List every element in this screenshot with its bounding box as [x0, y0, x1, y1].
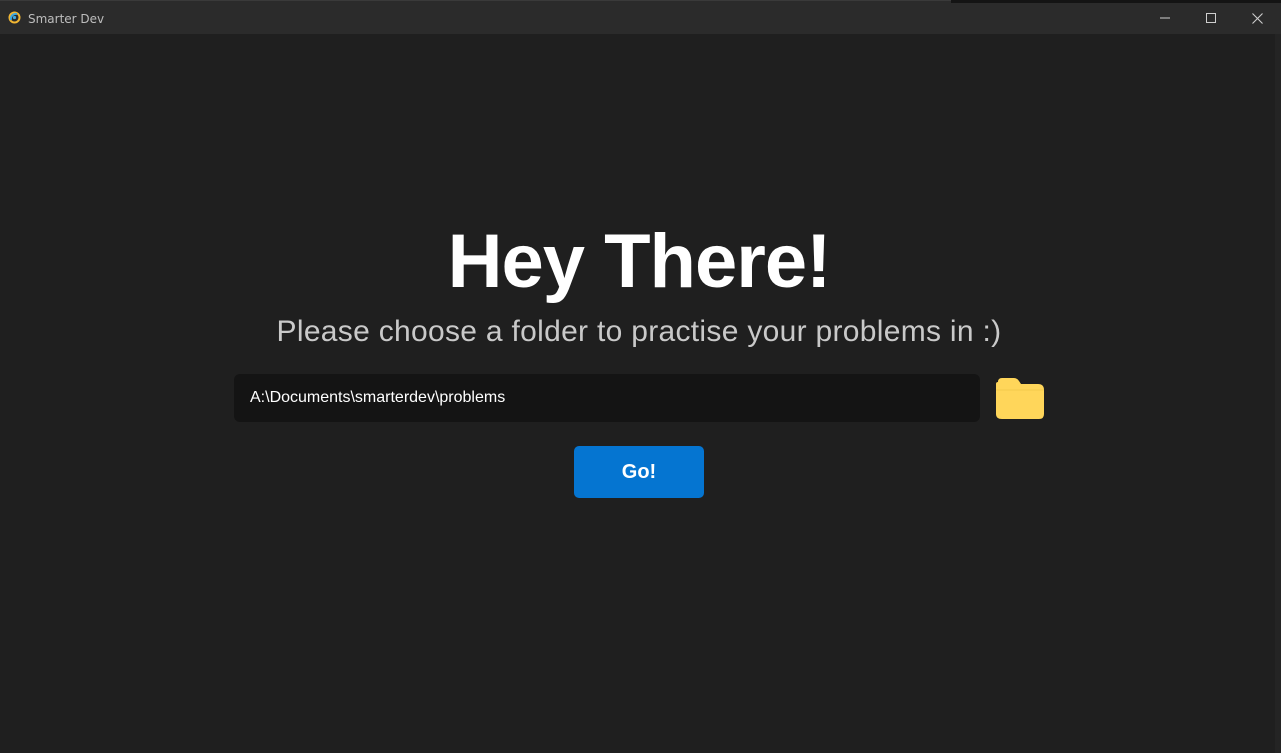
window-title: Smarter Dev	[28, 12, 105, 26]
page-title: Hey There!	[447, 219, 832, 304]
main-content: Hey There! Please choose a folder to pra…	[0, 34, 1281, 753]
minimize-button[interactable]	[1142, 1, 1188, 35]
minimize-icon	[1160, 17, 1170, 19]
page-subtitle: Please choose a folder to practise your …	[276, 315, 1002, 348]
title-bar[interactable]: Smarter Dev	[0, 0, 1281, 34]
background-window-strip	[951, 0, 1281, 3]
go-button[interactable]: Go!	[574, 446, 704, 498]
folder-icon	[996, 378, 1044, 419]
maximize-button[interactable]	[1188, 1, 1234, 35]
folder-path-input[interactable]	[234, 374, 980, 422]
close-button[interactable]	[1234, 1, 1280, 35]
maximize-icon	[1206, 13, 1216, 23]
browse-folder-button[interactable]	[994, 376, 1046, 420]
close-icon	[1251, 12, 1263, 24]
app-logo-icon	[8, 11, 21, 24]
app-window: Smarter Dev Hey There! Please choose a f…	[0, 0, 1281, 753]
